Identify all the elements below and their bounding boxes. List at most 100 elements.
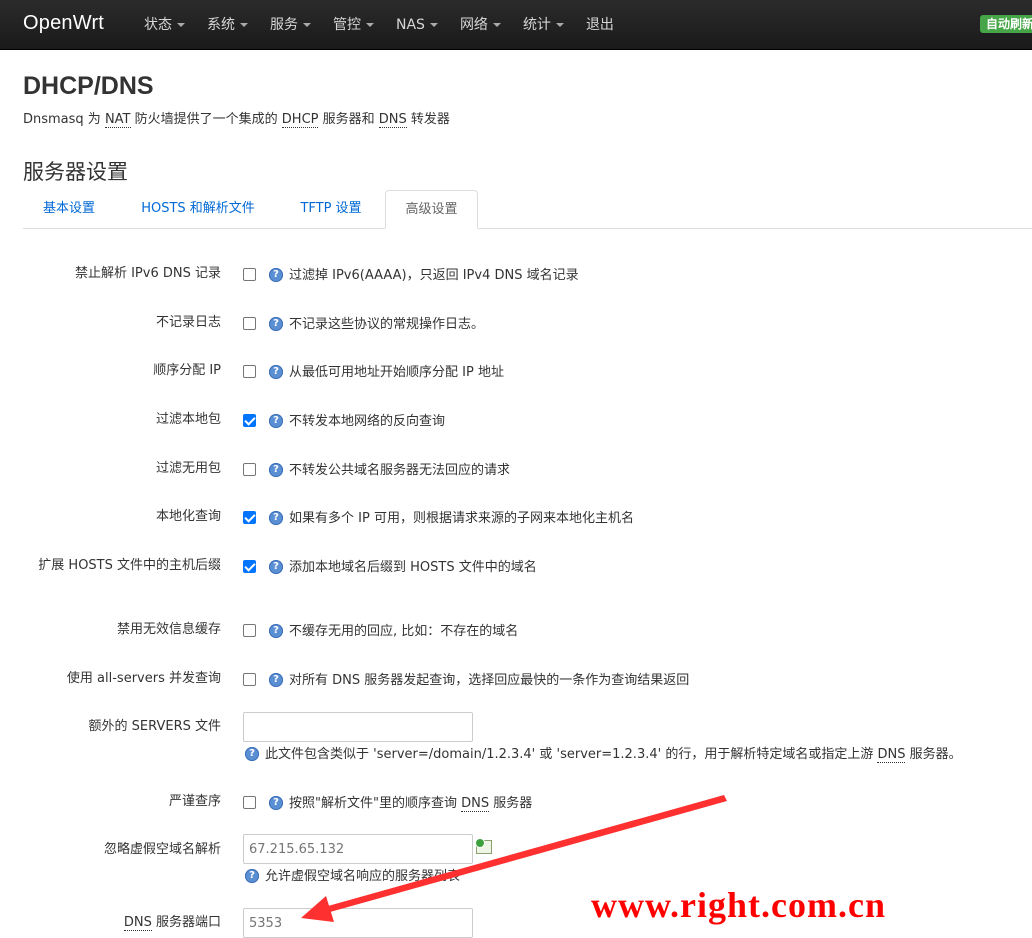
option-checkbox[interactable] [243,365,256,378]
page-title: DHCP/DNS [23,72,154,100]
option-checkbox[interactable] [243,511,256,524]
caret-down-icon [555,23,564,27]
auto-refresh-badge[interactable]: 自动刷新 [980,15,1032,33]
menu-nas[interactable]: NAS [385,0,449,49]
page-description: Dnsmasq 为 NAT 防火墙提供了一个集成的 DHCP 服务器和 DNS … [23,108,450,128]
help-text-part: 服务器 [489,796,533,811]
option-label: 过滤本地包 [155,412,221,427]
menu-network[interactable]: 网络 [449,0,512,49]
help-text-part: 此文件包含类似于 'server=/domain/1.2.3.4' 或 'ser… [265,747,878,762]
option-checkbox[interactable] [243,624,256,637]
settings-tabs: 基本设置 HOSTS 和解析文件 TFTP 设置 高级设置 [23,190,1032,229]
option-checkbox[interactable] [243,414,256,427]
help-icon: ? [269,624,283,638]
menu-statistics-label: 统计 [522,17,551,33]
top-navbar: OpenWrt 状态 系统 服务 管控 NAS 网络 统计 退出 自动刷新 [0,0,1032,50]
menu-statistics[interactable]: 统计 [512,0,575,49]
menu-control[interactable]: 管控 [322,0,385,49]
help-text: 对所有 DNS 服务器发起查询，选择回应最快的一条作为查询结果返回 [289,673,690,688]
watermark-text: www.right.com.cn [591,885,886,925]
help-icon: ? [269,268,283,282]
help-text-part: 按照"解析文件"里的顺序查询 [289,796,462,811]
option-label: 禁用无效信息缓存 [116,622,221,637]
option-label: 扩展 HOSTS 文件中的主机后缀 [38,558,221,573]
help-text: 不转发公共域名服务器无法回应的请求 [289,463,511,478]
menu-status[interactable]: 状态 [133,0,196,49]
main-menu: 状态 系统 服务 管控 NAS 网络 统计 退出 [133,0,625,49]
abbr-nat: NAT [104,112,131,128]
help-text-part: 服务器。 [905,747,962,762]
menu-services[interactable]: 服务 [259,0,322,49]
help-text: 允许虚假空域名响应的服务器列表 [265,869,461,884]
abbr-dns: DNS [461,796,490,812]
tab-hosts[interactable]: HOSTS 和解析文件 [123,190,273,227]
help-text: 不转发本地网络的反向查询 [289,414,446,429]
bogus-nxdomain-input[interactable] [243,834,473,864]
help-icon: ? [269,560,283,574]
option-label: 忽略虚假空域名解析 [103,842,221,857]
help-text: 不缓存无用的回应, 比如：不存在的域名 [289,624,519,639]
menu-logout[interactable]: 退出 [575,0,625,49]
caret-down-icon [492,23,501,27]
caret-down-icon [303,23,311,27]
caret-down-icon [429,23,438,27]
caret-down-icon [366,23,374,27]
option-label: 禁止解析 IPv6 DNS 记录 [74,266,221,281]
dns-port-input[interactable] [243,908,473,938]
help-icon: ? [269,796,283,810]
option-label: 使用 all-servers 并发查询 [66,671,221,686]
tab-advanced[interactable]: 高级设置 [385,190,478,229]
help-icon: ? [269,511,283,525]
help-icon: ? [269,365,283,379]
option-label: DNS 服务器端口 [20,914,221,932]
menu-status-label: 状态 [144,17,172,33]
label-text: 服务器端口 [151,915,221,930]
option-label: 过滤无用包 [155,461,221,476]
option-checkbox[interactable] [243,796,256,809]
menu-system[interactable]: 系统 [196,0,259,49]
menu-logout-label: 退出 [585,17,614,33]
option-checkbox[interactable] [243,673,256,686]
option-checkbox[interactable] [243,463,256,476]
menu-system-label: 系统 [207,17,235,33]
help-text: 从最低可用地址开始顺序分配 IP 地址 [289,365,504,380]
menu-nas-label: NAS [396,17,425,33]
help-text: 不记录这些协议的常规操作日志。 [289,317,485,332]
menu-network-label: 网络 [459,17,488,33]
help-text: 过滤掉 IPv6(AAAA)，只返回 IPv4 DNS 域名记录 [289,268,579,283]
help-icon: ? [245,869,259,883]
add-entry-icon[interactable] [475,838,492,854]
tab-tftp[interactable]: TFTP 设置 [285,190,377,227]
servers-file-input[interactable] [243,712,473,742]
help-icon: ? [269,673,283,687]
desc-text: 防火墙提供了一个集成的 [130,112,282,127]
help-text: 按照"解析文件"里的顺序查询 DNS 服务器 [289,795,532,813]
abbr-dhcp: DHCP [281,112,319,128]
option-checkbox[interactable] [243,560,256,573]
desc-text: 服务器和 [318,112,379,127]
brand-logo[interactable]: OpenWrt [23,12,104,35]
help-icon: ? [269,414,283,428]
abbr-dns: DNS [378,112,407,128]
option-label: 不记录日志 [155,315,221,330]
option-checkbox[interactable] [243,317,256,330]
caret-down-icon [240,23,248,27]
option-label: 额外的 SERVERS 文件 [88,719,221,734]
help-icon: ? [269,317,283,331]
desc-text: 转发器 [406,112,450,127]
tab-basic[interactable]: 基本设置 [23,190,115,227]
option-checkbox[interactable] [243,268,256,281]
abbr-dns: DNS [877,747,906,763]
help-icon: ? [269,463,283,477]
option-label: 严谨查序 [168,794,221,809]
desc-text: Dnsmasq 为 [23,112,105,127]
option-label: 顺序分配 IP [153,363,221,378]
section-title: 服务器设置 [23,160,128,184]
caret-down-icon [177,23,185,27]
help-text: 如果有多个 IP 可用，则根据请求来源的子网来本地化主机名 [289,511,634,526]
menu-control-label: 管控 [333,17,361,33]
option-label: 本地化查询 [155,509,221,524]
help-icon: ? [245,747,259,761]
abbr-dns: DNS [123,915,152,931]
help-text: 此文件包含类似于 'server=/domain/1.2.3.4' 或 'ser… [265,746,962,764]
